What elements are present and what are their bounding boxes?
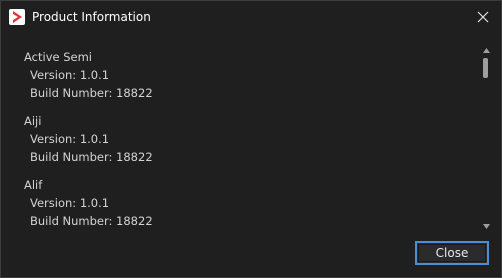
product-build-number: Build Number: 18822	[30, 86, 153, 100]
product-version: Version: 1.0.1	[30, 68, 110, 82]
scrollbar-thumb[interactable]	[483, 58, 488, 78]
product-name: Aiji	[24, 114, 42, 128]
list-item: Active Semi Version: 1.0.1 Build Number:…	[24, 48, 153, 102]
product-version: Version: 1.0.1	[30, 196, 110, 210]
product-build-number: Build Number: 18822	[30, 214, 153, 228]
product-information-dialog: Product Information Active Semi Version:…	[0, 0, 502, 278]
scroll-up-icon[interactable]	[482, 45, 490, 55]
product-version: Version: 1.0.1	[30, 132, 110, 146]
close-button-focus-ring	[418, 244, 486, 262]
list-item: Alif Version: 1.0.1 Build Number: 18822	[24, 176, 153, 230]
close-icon[interactable]	[469, 3, 497, 31]
vertical-scrollbar[interactable]	[482, 41, 490, 233]
window-title: Product Information	[32, 10, 151, 24]
scroll-down-icon[interactable]	[482, 221, 490, 231]
product-list[interactable]: Active Semi Version: 1.0.1 Build Number:…	[9, 41, 491, 231]
product-name: Active Semi	[24, 50, 93, 64]
list-item: Aiji Version: 1.0.1 Build Number: 18822	[24, 112, 153, 166]
close-button[interactable]: Close	[415, 241, 489, 265]
app-logo-icon	[9, 9, 25, 25]
product-name: Alif	[24, 178, 43, 192]
product-build-number: Build Number: 18822	[30, 150, 153, 164]
title-bar: Product Information	[1, 1, 501, 33]
